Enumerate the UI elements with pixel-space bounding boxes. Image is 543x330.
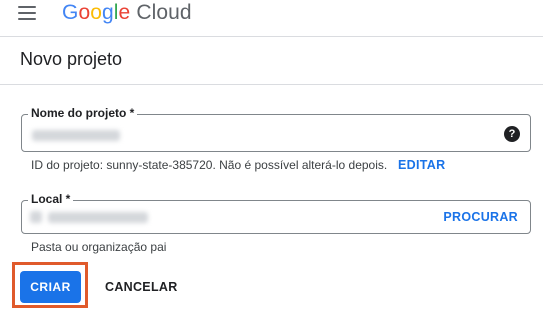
browse-button[interactable]: PROCURAR — [443, 210, 518, 224]
google-cloud-logo[interactable]: Google Cloud — [62, 1, 192, 25]
top-bar: Google Cloud — [0, 0, 543, 36]
project-name-label: Nome do projeto * — [28, 106, 138, 120]
project-id-text: ID do projeto: sunny-state-385720. Não é… — [31, 158, 388, 172]
logo-letter: G — [62, 1, 79, 24]
cancel-button[interactable]: CANCELAR — [105, 280, 178, 294]
location-value-redacted — [48, 212, 148, 223]
location-label: Local * — [28, 192, 74, 206]
edit-project-id-button[interactable]: EDITAR — [398, 158, 445, 172]
page-title: Novo projeto — [20, 49, 123, 69]
project-name-field[interactable]: Nome do projeto * ? — [21, 106, 531, 152]
location-helper-text: Pasta ou organização pai — [31, 240, 167, 254]
header-divider — [0, 36, 543, 37]
folder-icon — [30, 211, 42, 223]
logo-suffix: Cloud — [136, 1, 192, 24]
project-name-value-redacted — [32, 130, 120, 141]
location-field[interactable]: Local * PROCURAR — [21, 192, 531, 234]
logo-letter: e — [118, 1, 131, 24]
logo-letter: g — [102, 1, 114, 24]
help-icon[interactable]: ? — [504, 126, 520, 142]
hamburger-menu-icon[interactable] — [18, 6, 40, 22]
logo-letter: o — [78, 1, 91, 24]
title-divider — [0, 84, 543, 85]
create-button-highlight — [12, 262, 88, 308]
logo-letter: o — [90, 1, 102, 24]
